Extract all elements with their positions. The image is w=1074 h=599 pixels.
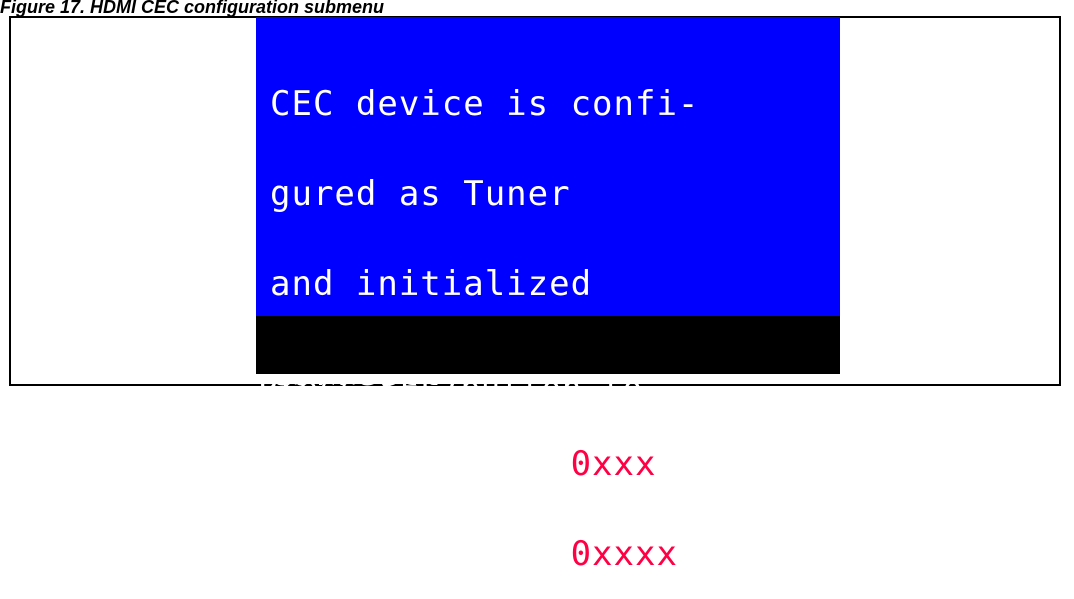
footer-line-2: enter CEC menu bbox=[258, 455, 542, 493]
physical-address-label: Physical Addr: bbox=[270, 534, 571, 574]
footer-line-1: Press SEL button to bbox=[258, 369, 644, 407]
lcd-footer-message: Press SEL button to enter CEC menu bbox=[258, 318, 643, 518]
physical-address-value: 0xxxx bbox=[570, 534, 678, 574]
lcd-line-1: CEC device is confi- bbox=[270, 84, 700, 124]
physical-address-row: Physical Addr:0xxxx bbox=[270, 537, 699, 571]
lcd-line-2: gured as Tuner bbox=[270, 174, 571, 214]
lcd-line-3: and initialized bbox=[270, 264, 593, 304]
